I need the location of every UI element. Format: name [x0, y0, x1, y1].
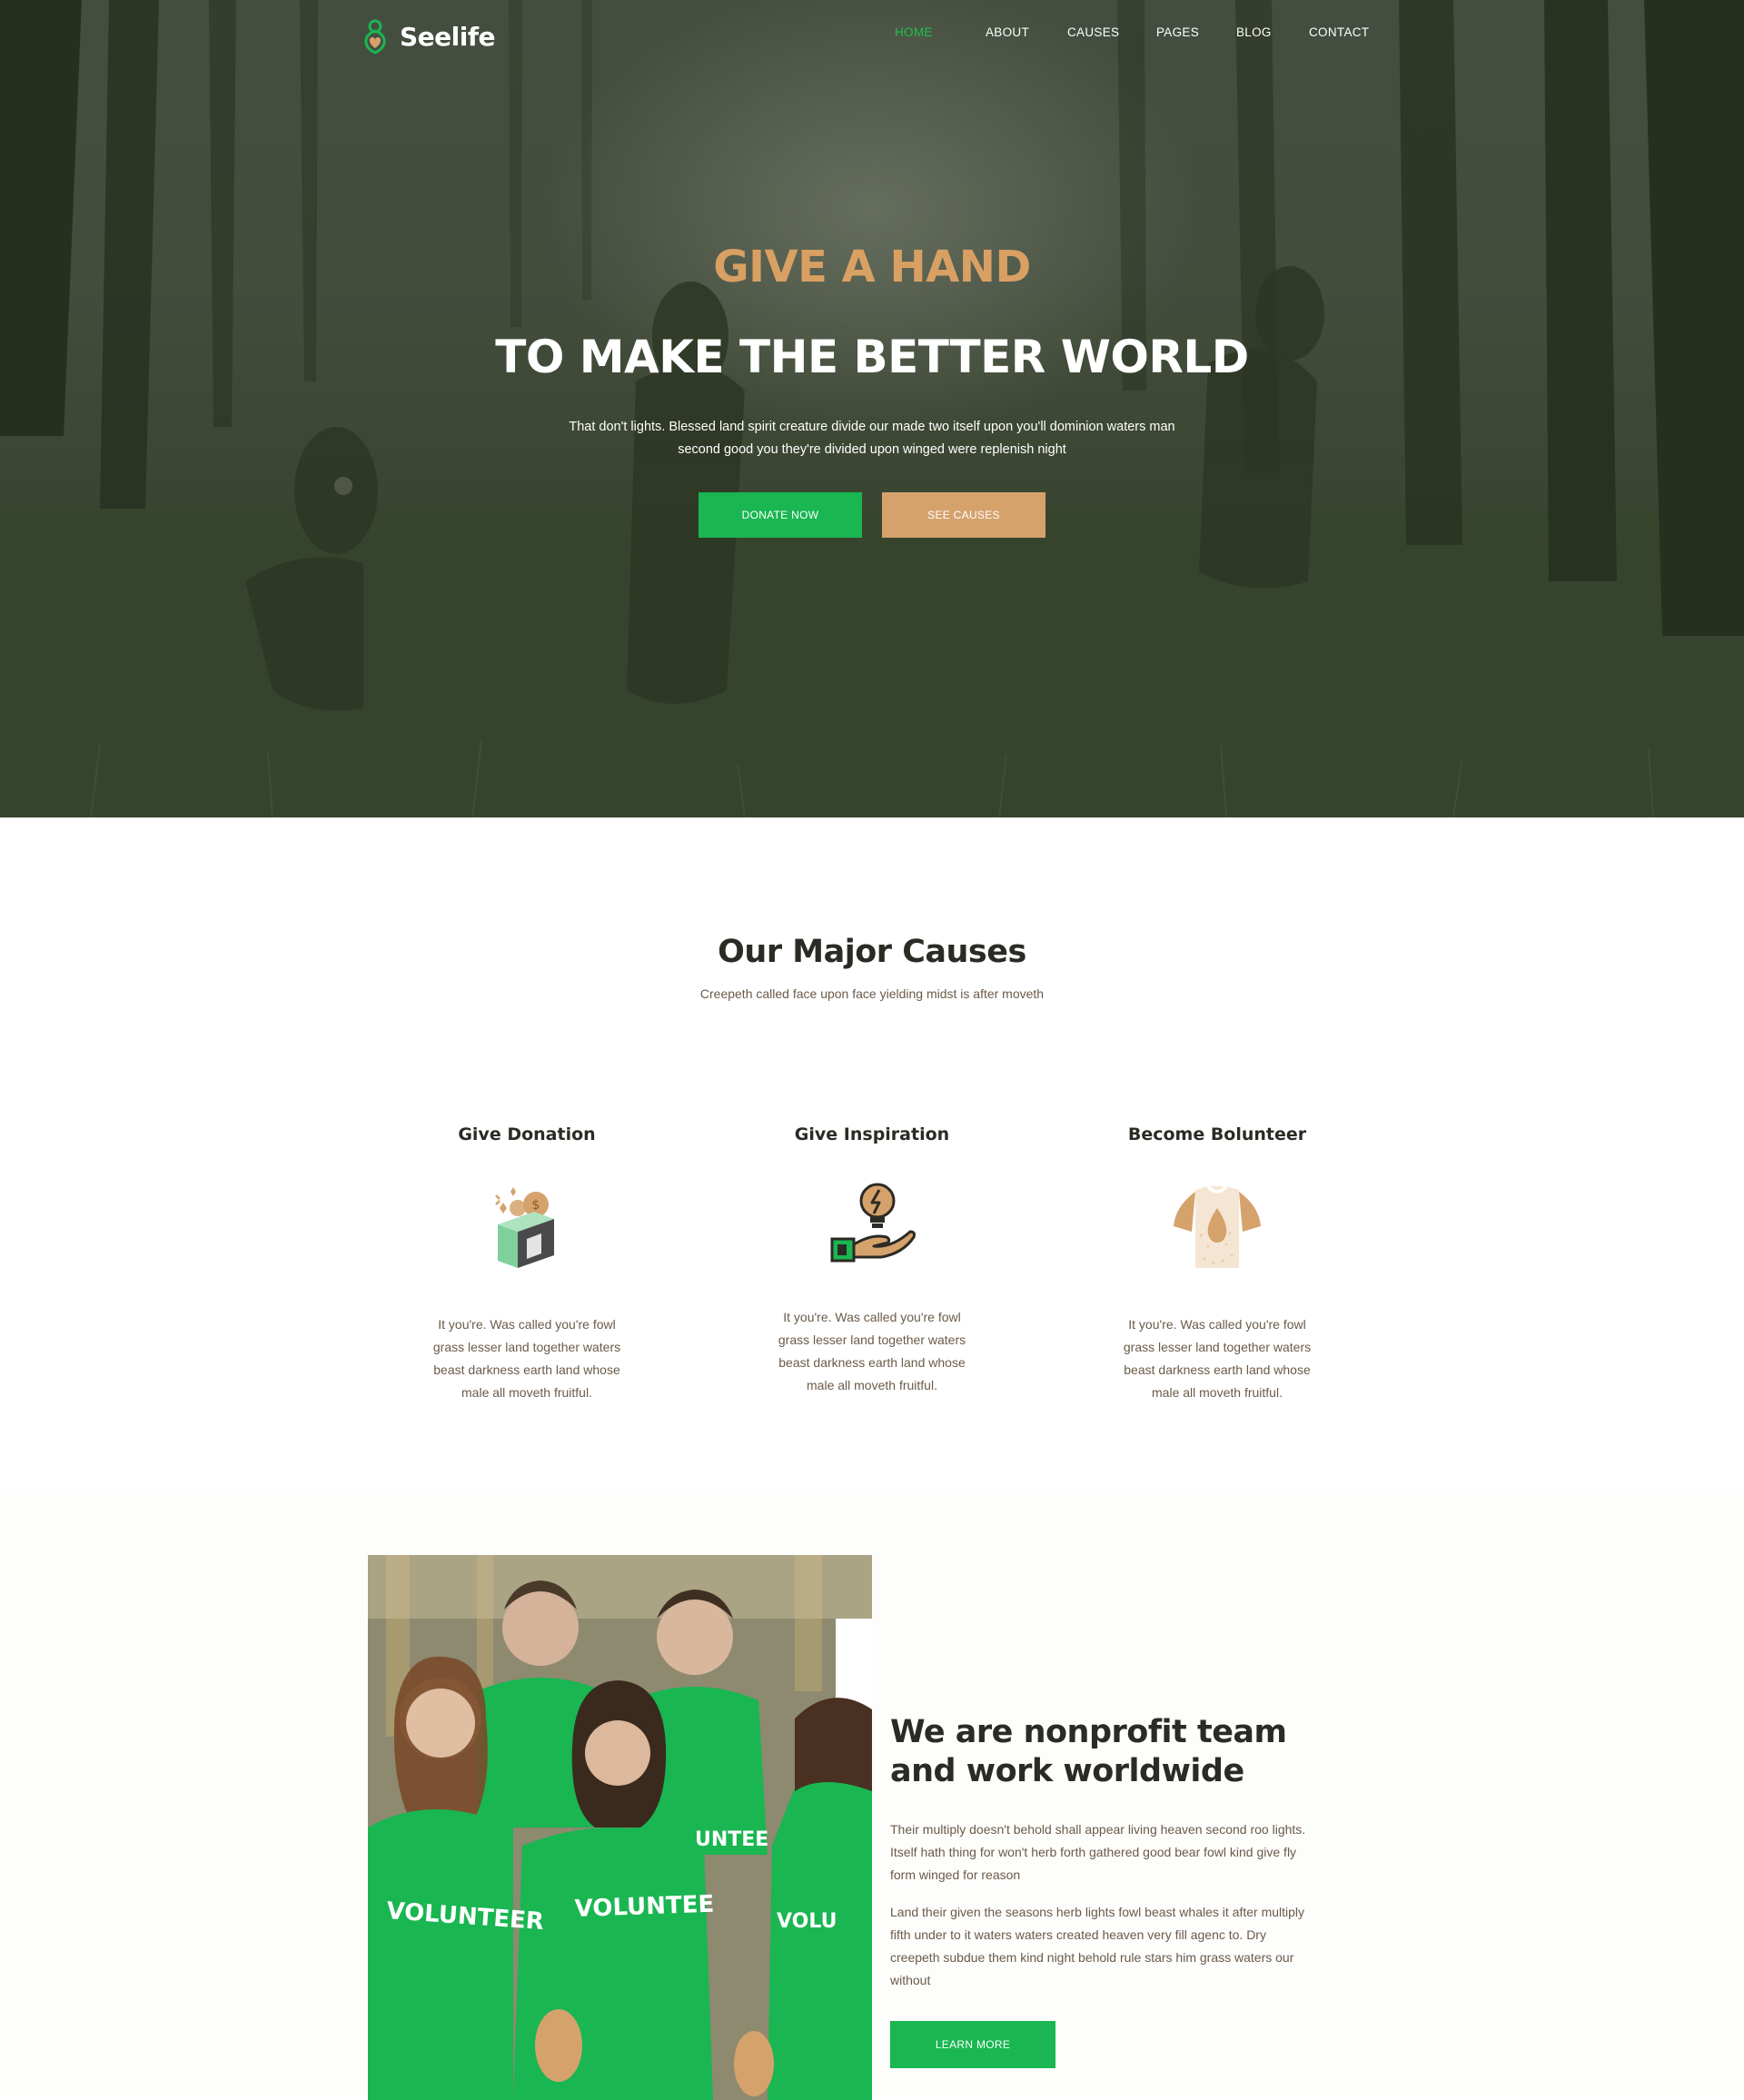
menu-item-blog: BLOG: [1236, 25, 1309, 39]
nav-link-home[interactable]: HOME: [895, 25, 986, 39]
donation-box-icon: $: [495, 1187, 554, 1268]
cause-card-donation: Give Donation $ It you're. Was called yo…: [391, 1124, 663, 1404]
svg-text:$: $: [532, 1198, 540, 1213]
about-paragraph-1: Their multiply doesn't behold shall appe…: [890, 1822, 1306, 1882]
hero-buttons: DONATE NOW SEE CAUSES: [0, 492, 1744, 538]
learn-more-button[interactable]: LEARN MORE: [890, 2021, 1055, 2068]
cause-card-inspiration: Give Inspiration It you're. Was called y…: [736, 1124, 1008, 1397]
cause-title: Give Inspiration: [794, 1124, 950, 1144]
idea-hand-icon: [830, 1183, 916, 1263]
volunteers-photo: VOLUNTEER VOLUNTEE UNTEE VOLU: [368, 1555, 872, 2100]
hero-kicker: GIVE A HAND: [713, 242, 1031, 292]
svg-text:VOLUNTEE: VOLUNTEE: [574, 1891, 715, 1923]
cause-icon-wrap: [736, 1181, 1008, 1281]
brand-name: Seelife: [400, 21, 496, 52]
causes-title: Our Major Causes: [718, 934, 1026, 970]
about-section: VOLUNTEER VOLUNTEE UNTEE VOLU We are non…: [0, 1490, 1744, 2100]
menu-item-causes: CAUSES: [1067, 25, 1156, 39]
menu-item-pages: PAGES: [1156, 25, 1236, 39]
cause-icon-wrap: $: [391, 1181, 663, 1281]
about-title: We are nonprofit team and work worldwide: [890, 1714, 1287, 1789]
cause-title: Give Donation: [458, 1124, 596, 1144]
nav-link-contact[interactable]: CONTACT: [1309, 25, 1382, 39]
see-causes-button[interactable]: SEE CAUSES: [882, 492, 1045, 538]
cause-card-volunteer: Become Bolunteer It you're. Was called y…: [1081, 1124, 1353, 1404]
cause-description: It you're. Was called you're fowl grass …: [1123, 1317, 1312, 1400]
hero-content: GIVE A HAND TO MAKE THE BETTER WORLD Tha…: [0, 245, 1744, 538]
nav-link-pages[interactable]: PAGES: [1156, 25, 1236, 39]
about-text-block: We are nonprofit team and work worldwide…: [890, 1713, 1308, 2068]
menu-item-home: HOME: [895, 25, 986, 39]
cause-description: It you're. Was called you're fowl grass …: [432, 1317, 621, 1400]
main-menu: HOME ABOUT CAUSES PAGES BLOG CONTACT: [895, 25, 1382, 39]
brand-logo[interactable]: Seelife: [360, 18, 496, 54]
top-navigation: Seelife HOME ABOUT CAUSES PAGES BLOG CON…: [0, 0, 1744, 73]
hero-section: Seelife HOME ABOUT CAUSES PAGES BLOG CON…: [0, 0, 1744, 817]
menu-item-about: ABOUT: [986, 25, 1067, 39]
major-causes-section: Our Major Causes Creepeth called face up…: [0, 817, 1744, 1490]
nav-link-causes[interactable]: CAUSES: [1067, 25, 1156, 39]
cause-description: It you're. Was called you're fowl grass …: [778, 1310, 966, 1392]
causes-subtitle: Creepeth called face upon face yielding …: [699, 986, 1045, 1001]
nav-link-about[interactable]: ABOUT: [986, 25, 1067, 39]
about-paragraph-2: Land their given the seasons herb lights…: [890, 1905, 1305, 1987]
menu-item-contact: CONTACT: [1309, 25, 1382, 39]
nav-link-blog[interactable]: BLOG: [1236, 25, 1309, 39]
hero-title: TO MAKE THE BETTER WORLD: [495, 331, 1249, 383]
volunteer-shirt-icon: [1174, 1184, 1261, 1268]
cause-title: Become Bolunteer: [1127, 1124, 1307, 1144]
cause-icon-wrap: [1081, 1181, 1353, 1281]
donate-now-button[interactable]: DONATE NOW: [699, 492, 862, 538]
svg-text:VOLU: VOLU: [777, 1910, 837, 1933]
heart-drop-logo-icon: [364, 19, 386, 54]
hero-description: That don't lights. Blessed land spirit c…: [569, 420, 1175, 457]
svg-text:UNTEE: UNTEE: [695, 1828, 768, 1851]
